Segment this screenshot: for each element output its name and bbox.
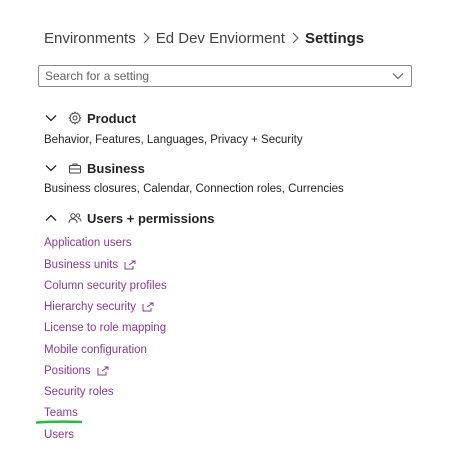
- section-header-product[interactable]: Product: [44, 109, 136, 127]
- link-business-units[interactable]: Business units: [44, 259, 136, 271]
- chevron-right-icon: [286, 32, 304, 44]
- briefcase-icon: [68, 161, 82, 175]
- link-hierarchy-security[interactable]: Hierarchy security: [44, 301, 154, 313]
- page-title: Settings: [304, 29, 365, 47]
- link-label: Hierarchy security: [44, 301, 137, 313]
- link-label: Teams: [44, 407, 78, 419]
- section-title: Product: [87, 110, 137, 126]
- chevron-right-icon: [137, 32, 155, 44]
- link-label: Security roles: [44, 386, 114, 398]
- link-security-roles[interactable]: Security roles: [44, 386, 114, 398]
- chevron-down-icon[interactable]: [44, 161, 58, 175]
- link-column-security-profiles[interactable]: Column security profiles: [44, 280, 167, 292]
- link-label: Users: [44, 429, 75, 441]
- chevron-down-icon[interactable]: [44, 111, 58, 125]
- highlight-underline: [36, 420, 82, 424]
- link-label: License to role mapping: [44, 322, 167, 334]
- breadcrumb: Environments Ed Dev Enviorment Settings: [44, 27, 364, 49]
- section-header-users-permissions[interactable]: Users + permissions: [44, 209, 215, 227]
- section-title: Users + permissions: [87, 210, 215, 226]
- link-license-to-role-mapping[interactable]: License to role mapping: [44, 322, 166, 334]
- section-description: Behavior, Features, Languages, Privacy +…: [44, 134, 303, 146]
- chevron-up-icon[interactable]: [44, 211, 58, 225]
- link-label: Column security profiles: [44, 280, 167, 292]
- breadcrumb-environment-name[interactable]: Ed Dev Enviorment: [156, 30, 285, 47]
- search-input[interactable]: [45, 69, 391, 83]
- link-mobile-configuration[interactable]: Mobile configuration: [44, 344, 147, 356]
- settings-page: Environments Ed Dev Enviorment Settings …: [0, 0, 474, 449]
- section-header-business[interactable]: Business: [44, 159, 145, 177]
- link-application-users[interactable]: Application users: [44, 237, 132, 249]
- link-label: Application users: [44, 237, 132, 249]
- breadcrumb-environments[interactable]: Environments: [44, 30, 136, 47]
- chevron-down-icon[interactable]: [391, 69, 405, 83]
- link-label: Positions: [44, 365, 91, 377]
- link-positions[interactable]: Positions: [44, 365, 109, 377]
- link-label: Mobile configuration: [44, 344, 147, 356]
- open-in-new-icon: [124, 260, 136, 270]
- open-in-new-icon: [97, 366, 109, 376]
- open-in-new-icon: [142, 302, 154, 312]
- people-icon: [68, 211, 82, 225]
- section-title: Business: [87, 160, 145, 176]
- search-box[interactable]: [38, 65, 412, 87]
- section-description: Business closures, Calendar, Connection …: [44, 183, 344, 195]
- gear-icon: [68, 111, 82, 125]
- link-users[interactable]: Users: [44, 429, 74, 441]
- link-label: Business units: [44, 259, 119, 271]
- link-teams[interactable]: Teams: [44, 407, 78, 419]
